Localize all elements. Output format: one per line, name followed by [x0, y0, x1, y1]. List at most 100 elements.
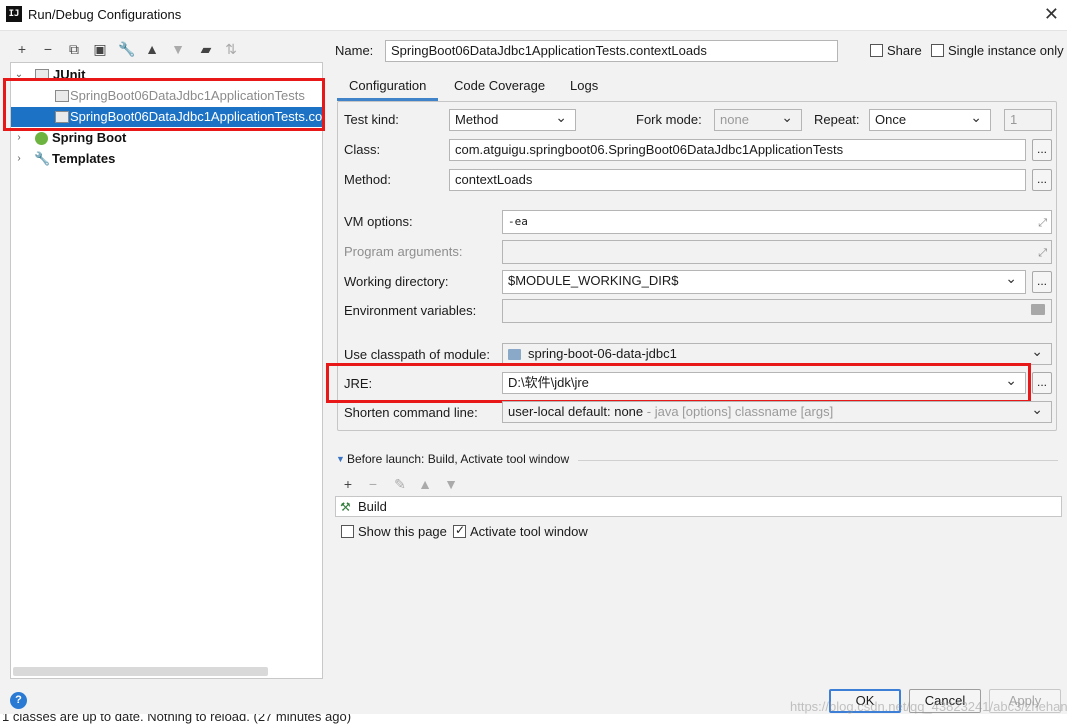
- show-this-page-checkbox[interactable]: [341, 525, 354, 538]
- junit-icon: [35, 69, 49, 81]
- expand-icon[interactable]: ⤢: [1038, 243, 1047, 263]
- tree-node-spring-boot[interactable]: › Spring Boot: [11, 128, 322, 148]
- module-icon: [508, 349, 521, 360]
- jre-select[interactable]: D:\软件\jdk\jre: [502, 372, 1026, 394]
- expand-icon[interactable]: ⤢: [1038, 213, 1047, 233]
- close-icon[interactable]: ✕: [1044, 4, 1059, 25]
- help-icon[interactable]: ?: [10, 692, 27, 709]
- add-icon[interactable]: +: [14, 40, 30, 58]
- tree-label: Spring Boot: [52, 130, 127, 145]
- class-browse-button[interactable]: ...: [1032, 139, 1052, 161]
- before-launch-list[interactable]: ⚒ Build: [335, 496, 1062, 517]
- before-launch-item-build[interactable]: Build: [358, 499, 387, 514]
- folder-icon[interactable]: ▰: [198, 40, 214, 58]
- copy-icon[interactable]: ⧉: [66, 40, 82, 58]
- intellij-logo-icon: IJ: [6, 6, 22, 22]
- vm-options-value: -ea: [508, 215, 528, 228]
- shorten-value: user-local default: none: [508, 404, 644, 419]
- environment-variables-input[interactable]: [502, 299, 1052, 323]
- tab-configuration[interactable]: Configuration: [337, 73, 439, 101]
- status-text: 1 classes are up to date. Nothing to rel…: [2, 714, 352, 724]
- shorten-hint: - java [options] classname [args]: [643, 404, 834, 419]
- chevron-right-icon[interactable]: ›: [13, 128, 25, 148]
- class-label: Class:: [344, 142, 381, 157]
- repeat-count-input[interactable]: 1: [1004, 109, 1052, 131]
- collapse-triangle-icon[interactable]: ▼: [336, 454, 345, 464]
- vm-options-input[interactable]: -ea ⤢: [502, 210, 1052, 234]
- method-label: Method:: [344, 172, 391, 187]
- before-launch-title[interactable]: Before launch: Build, Activate tool wind…: [347, 452, 569, 466]
- single-instance-checkbox[interactable]: [931, 44, 944, 57]
- share-checkbox[interactable]: [870, 44, 883, 57]
- tree-label: SpringBoot06DataJdbc1ApplicationTests.co: [70, 109, 323, 124]
- tree-node-test-class[interactable]: SpringBoot06DataJdbc1ApplicationTests: [11, 86, 322, 106]
- chevron-down-icon[interactable]: ⌄: [13, 65, 25, 85]
- fork-mode-select[interactable]: none: [714, 109, 802, 131]
- repeat-select[interactable]: Once: [869, 109, 991, 131]
- activate-tool-window-checkbox[interactable]: [453, 523, 466, 538]
- hammer-icon: ⚒: [340, 500, 351, 514]
- wrench-icon[interactable]: 🔧: [118, 40, 135, 58]
- test-class-icon: [55, 90, 69, 102]
- shorten-command-line-label: Shorten command line:: [344, 405, 478, 420]
- before-launch-toolbar: + − ✎ ▲ ▼: [337, 475, 467, 493]
- tree-node-junit[interactable]: ⌄ JUnit: [11, 65, 322, 85]
- working-directory-select[interactable]: $MODULE_WORKING_DIR$: [502, 270, 1026, 294]
- shorten-command-line-select[interactable]: user-local default: none - java [options…: [502, 401, 1052, 423]
- tree-label: JUnit: [53, 67, 86, 82]
- name-input[interactable]: SpringBoot06DataJdbc1ApplicationTests.co…: [385, 40, 838, 62]
- folder-icon[interactable]: [1031, 304, 1045, 315]
- classpath-module-label: Use classpath of module:: [344, 347, 490, 362]
- remove-icon[interactable]: −: [40, 40, 56, 58]
- tree-node-test-method[interactable]: SpringBoot06DataJdbc1ApplicationTests.co: [11, 107, 322, 127]
- classpath-module-value: spring-boot-06-data-jdbc1: [528, 346, 677, 361]
- status-bar: 1 classes are up to date. Nothing to rel…: [0, 714, 1067, 726]
- test-kind-select[interactable]: Method: [449, 109, 576, 131]
- title-bar: IJ Run/Debug Configurations ✕: [0, 0, 1067, 31]
- activate-tool-window-label: Activate tool window: [470, 524, 588, 539]
- tab-bar: Configuration Code Coverage Logs: [337, 73, 1057, 101]
- working-directory-browse-button[interactable]: ...: [1032, 271, 1052, 293]
- add-icon[interactable]: +: [340, 475, 356, 493]
- tree-label: Templates: [52, 151, 116, 166]
- chevron-right-icon[interactable]: ›: [13, 149, 25, 169]
- classpath-module-select[interactable]: spring-boot-06-data-jdbc1: [502, 343, 1052, 365]
- configuration-tree[interactable]: ⌄ JUnit SpringBoot06DataJdbc1Application…: [10, 62, 323, 679]
- name-label: Name:: [335, 43, 374, 58]
- edit-icon[interactable]: ✎: [392, 475, 408, 493]
- program-arguments-input[interactable]: ⤢: [502, 240, 1052, 264]
- separator: [578, 460, 1058, 461]
- move-up-icon[interactable]: ▲: [144, 40, 160, 58]
- repeat-label: Repeat:: [814, 112, 860, 127]
- tab-logs[interactable]: Logs: [558, 73, 610, 101]
- tree-node-templates[interactable]: › 🔧 Templates: [11, 149, 322, 169]
- wrench-icon: 🔧: [34, 151, 51, 166]
- remove-icon[interactable]: −: [365, 475, 381, 493]
- tab-code-coverage[interactable]: Code Coverage: [442, 73, 557, 101]
- method-browse-button[interactable]: ...: [1032, 169, 1052, 191]
- method-input[interactable]: contextLoads: [449, 169, 1026, 191]
- move-down-icon[interactable]: ▼: [170, 40, 186, 58]
- save-icon[interactable]: ▣: [92, 40, 108, 58]
- show-this-page-label: Show this page: [358, 524, 447, 539]
- fork-mode-label: Fork mode:: [636, 112, 702, 127]
- share-label: Share: [887, 43, 922, 58]
- single-instance-label: Single instance only: [948, 43, 1064, 58]
- watermark: https://blog.csdn.net/qq_43823241/abc3/z…: [790, 699, 1067, 714]
- working-directory-label: Working directory:: [344, 274, 449, 289]
- class-input[interactable]: com.atguigu.springboot06.SpringBoot06Dat…: [449, 139, 1026, 161]
- horizontal-scrollbar[interactable]: [13, 667, 268, 676]
- jre-label: JRE:: [344, 376, 373, 391]
- test-method-icon: [55, 111, 69, 123]
- program-arguments-label: Program arguments:: [344, 244, 463, 259]
- environment-variables-label: Environment variables:: [344, 303, 477, 318]
- move-down-icon[interactable]: ▼: [443, 475, 459, 493]
- jre-browse-button[interactable]: ...: [1032, 372, 1052, 394]
- window-title: Run/Debug Configurations: [28, 7, 182, 22]
- move-up-icon[interactable]: ▲: [417, 475, 433, 493]
- test-kind-label: Test kind:: [344, 112, 399, 127]
- spring-boot-icon: [35, 132, 48, 145]
- vm-options-label: VM options:: [344, 214, 413, 229]
- tree-label: SpringBoot06DataJdbc1ApplicationTests: [70, 88, 305, 103]
- sort-icon[interactable]: ⇅: [223, 40, 239, 58]
